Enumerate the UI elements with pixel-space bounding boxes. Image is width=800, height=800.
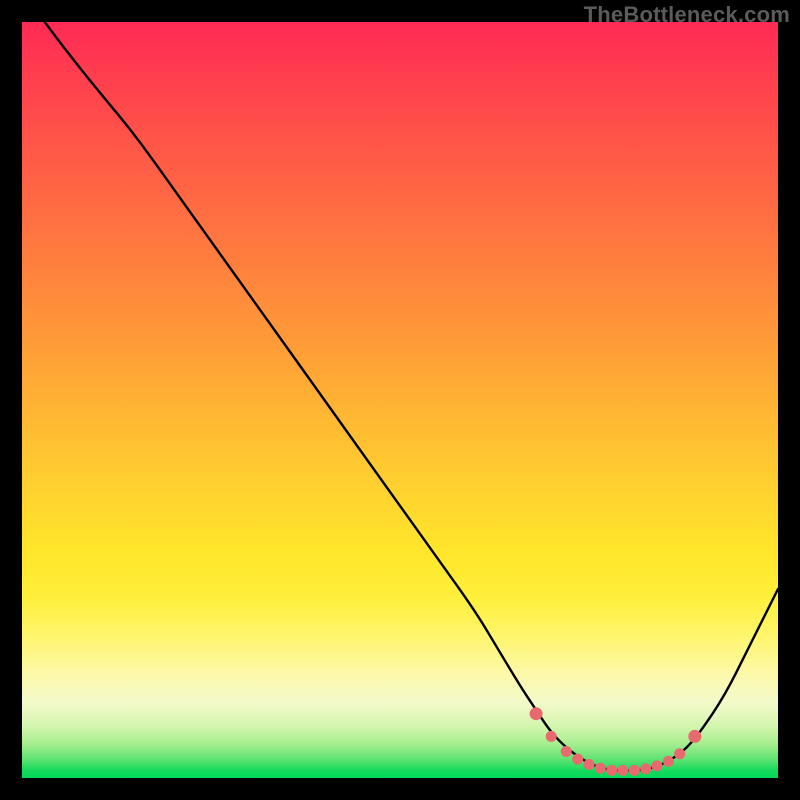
plot-area [22,22,778,778]
chart-svg [22,22,778,778]
marker-dot [561,746,572,757]
chart-frame: TheBottleneck.com [0,0,800,800]
marker-dot [606,765,617,776]
marker-dot [595,763,606,774]
marker-dot [640,763,651,774]
marker-dot [674,748,685,759]
marker-dot [546,731,557,742]
marker-dot [572,754,583,765]
marker-dot [652,760,663,771]
marker-dot [688,730,701,743]
marker-dot [663,756,674,767]
marker-dot [584,759,595,770]
marker-dot [618,765,629,776]
marker-dot [530,707,543,720]
optimal-range-dots [530,707,702,776]
marker-dot [629,765,640,776]
watermark-text: TheBottleneck.com [584,2,790,28]
bottleneck-curve [45,22,778,770]
